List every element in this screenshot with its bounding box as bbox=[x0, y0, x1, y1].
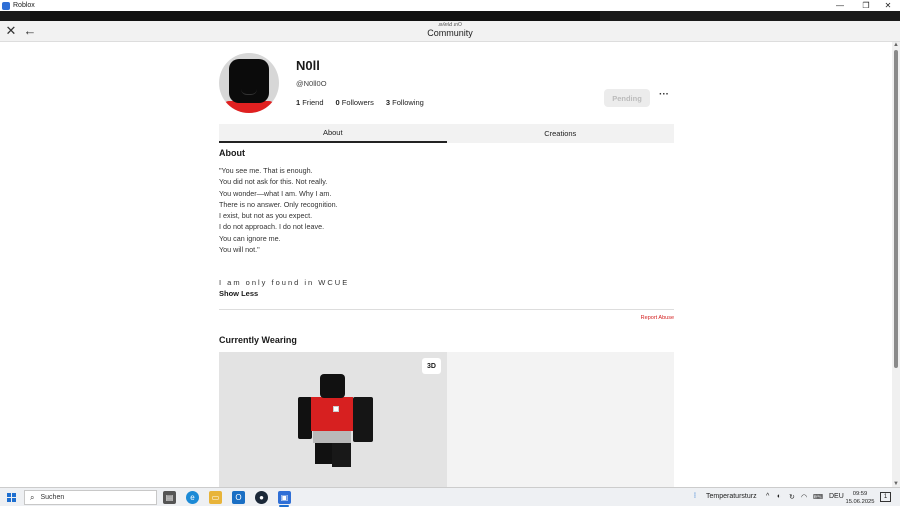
notification-center-icon[interactable]: 1 bbox=[880, 492, 891, 502]
system-clock[interactable]: 09:59 15.06.2025 bbox=[845, 490, 875, 506]
bio-text: "You see me. That is enough. You did not… bbox=[219, 165, 338, 255]
username: @N0ll0O bbox=[296, 79, 327, 88]
window-titlebar: Roblox — ❐ ✕ bbox=[0, 0, 900, 11]
tray-sync-icon[interactable]: ↻ bbox=[789, 493, 795, 501]
network-icon[interactable]: ◠ bbox=[801, 493, 807, 501]
bio-line: I exist, but not as you expect. bbox=[219, 211, 313, 221]
app-header: ✕ ← ɹǝʎɐlԀ ɹnO Community bbox=[0, 21, 900, 42]
scrollbar-thumb[interactable] bbox=[894, 50, 898, 368]
report-abuse-link[interactable]: Report Abuse bbox=[600, 315, 674, 321]
bio-line: You wonder—what I am. Why I am. bbox=[219, 188, 332, 198]
avatar-figure-torso bbox=[311, 397, 353, 431]
bio-line: You will not." bbox=[219, 245, 260, 255]
avatar-figure-right-leg bbox=[332, 440, 351, 467]
restore-button[interactable]: ❐ bbox=[854, 0, 878, 11]
shirt-logo-icon bbox=[333, 406, 339, 412]
avatar-figure-belt bbox=[313, 431, 351, 443]
tray-app-icon[interactable]: ◐ bbox=[777, 493, 781, 500]
following-link[interactable]: 3 Following bbox=[386, 98, 424, 107]
bio-line: You can ignore me. bbox=[219, 233, 281, 243]
roblox-app-icon bbox=[2, 1, 10, 10]
bio-line: "You see me. That is enough. bbox=[219, 166, 313, 175]
friends-link[interactable]: 1 Friend bbox=[296, 98, 324, 107]
windows-start-icon[interactable] bbox=[7, 493, 16, 502]
scroll-up-icon[interactable]: ▲ bbox=[893, 42, 899, 48]
about-heading: About bbox=[219, 148, 245, 158]
show-less-link[interactable]: Show Less bbox=[219, 289, 258, 298]
windows-taskbar: ⌕ Suchen ▤ e ▭ O ● ▣ ⫶ Temperatursturz ^… bbox=[0, 487, 900, 507]
keyboard-icon[interactable]: ⌨ bbox=[813, 493, 823, 501]
avatar-figure-left-leg bbox=[315, 440, 332, 464]
profile-stats: 1 Friend 0 Followers 3 Following bbox=[296, 98, 424, 107]
file-explorer-icon[interactable]: ▭ bbox=[209, 491, 222, 504]
weather-icon[interactable]: ⫶ bbox=[694, 493, 696, 501]
profile-tabs: About Creations bbox=[219, 124, 674, 143]
task-view-icon[interactable]: ▤ bbox=[163, 491, 176, 504]
avatar-figure-head bbox=[320, 374, 345, 398]
divider bbox=[219, 309, 674, 310]
roblox-taskbar-icon[interactable]: ▣ bbox=[278, 491, 291, 504]
bio-line: I do not approach. I do not leave. bbox=[219, 222, 325, 232]
tab-creations[interactable]: Creations bbox=[447, 124, 675, 143]
close-window-button[interactable]: ✕ bbox=[876, 0, 900, 11]
weather-text[interactable]: Temperatursturz bbox=[706, 493, 757, 500]
window-title: Roblox bbox=[13, 2, 35, 9]
steam-icon[interactable]: ● bbox=[255, 491, 268, 504]
page-scrollbar[interactable]: ▲ ▼ bbox=[892, 42, 900, 487]
avatar[interactable] bbox=[219, 53, 279, 113]
toggle-3d-button[interactable]: 3D bbox=[422, 358, 441, 374]
bio-spaced-line: I am only found in WCUE bbox=[219, 278, 350, 287]
pending-button[interactable]: Pending bbox=[604, 89, 650, 107]
bio-line: There is no answer. Only recognition. bbox=[219, 199, 338, 209]
avatar-figure-left-arm bbox=[298, 397, 312, 439]
top-dark-strip bbox=[0, 11, 900, 21]
display-name: N0ll bbox=[296, 58, 320, 73]
currently-wearing-heading: Currently Wearing bbox=[219, 335, 297, 345]
followers-link[interactable]: 0 Followers bbox=[336, 98, 374, 107]
more-options-icon[interactable]: ··· bbox=[657, 90, 671, 104]
clock-date: 15.06.2025 bbox=[845, 499, 875, 505]
edge-browser-icon[interactable]: e bbox=[186, 491, 199, 504]
language-indicator[interactable]: DEU bbox=[829, 493, 844, 500]
tab-about[interactable]: About bbox=[219, 124, 447, 143]
page-title: Community bbox=[427, 28, 473, 38]
clock-time: 09:59 bbox=[852, 491, 868, 497]
taskbar-search[interactable]: ⌕ Suchen bbox=[24, 490, 157, 505]
search-placeholder: Suchen bbox=[40, 494, 65, 501]
minimize-button[interactable]: — bbox=[828, 0, 852, 11]
tray-chevron-icon[interactable]: ^ bbox=[766, 493, 769, 500]
outlook-icon[interactable]: O bbox=[232, 491, 245, 504]
bio-line: You did not ask for this. Not really. bbox=[219, 177, 328, 187]
search-icon: ⌕ bbox=[30, 492, 35, 502]
avatar-figure-right-arm bbox=[353, 397, 373, 442]
